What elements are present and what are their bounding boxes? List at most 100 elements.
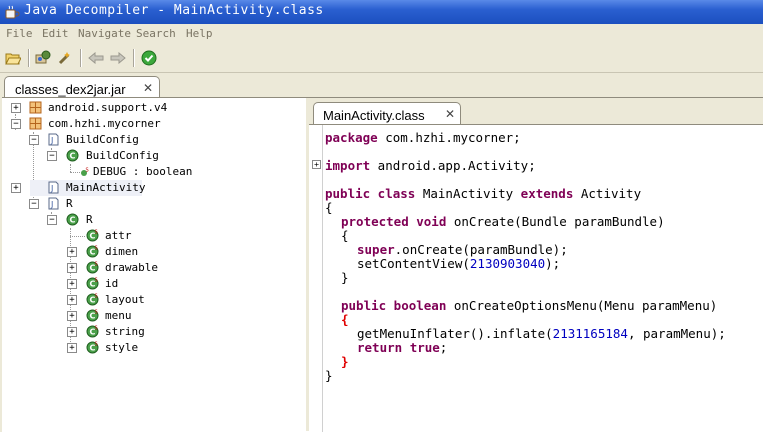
about-button[interactable]: [139, 48, 159, 68]
expand-icon[interactable]: +: [67, 311, 77, 321]
svg-text:S: S: [95, 342, 98, 348]
menu-search[interactable]: Search: [136, 27, 176, 40]
code-line: public class MainActivity extends Activi…: [325, 186, 642, 201]
tree-node-mainactivity[interactable]: + J MainActivity: [11, 180, 145, 196]
source-editor[interactable]: + package com.hzhi.mycorner; import andr…: [309, 124, 763, 432]
expand-icon[interactable]: +: [67, 343, 77, 353]
inner-class-icon: CS: [86, 293, 99, 306]
open-type-icon: [35, 50, 51, 64]
expand-icon[interactable]: +: [67, 263, 77, 273]
open-folder-icon: [5, 53, 21, 65]
code-line: import android.app.Activity;: [325, 158, 536, 173]
package-icon: [29, 117, 42, 130]
package-icon: [29, 101, 42, 114]
collapse-icon[interactable]: −: [11, 119, 21, 129]
code-line: public boolean onCreateOptionsMenu(Menu …: [341, 298, 718, 313]
svg-text:C: C: [70, 216, 76, 225]
open-type-button[interactable]: [33, 48, 53, 68]
tab-mainactivity-class[interactable]: MainActivity.class ✕: [313, 102, 461, 125]
tree-node-id[interactable]: + CS id: [2, 276, 302, 292]
tree-guide: [70, 172, 80, 173]
inner-class-icon: CS: [86, 325, 99, 338]
menu-edit[interactable]: Edit: [42, 27, 69, 40]
code-line: }: [325, 368, 333, 383]
java-file-icon: J: [48, 197, 59, 210]
tree-node-string[interactable]: + CS string: [2, 324, 302, 340]
open-type-hierarchy-button[interactable]: [55, 48, 75, 68]
code-line: package com.hzhi.mycorner;: [325, 130, 521, 145]
static-field-icon: S: [81, 168, 89, 176]
tree-node-menu[interactable]: + CS menu: [2, 308, 302, 324]
expand-icon[interactable]: +: [67, 295, 77, 305]
expand-icon[interactable]: +: [67, 327, 77, 337]
svg-text:J: J: [50, 200, 53, 209]
expand-icon[interactable]: +: [11, 183, 21, 193]
tree-node-debug-field[interactable]: S DEBUG : boolean: [2, 164, 302, 180]
code-line: getMenuInflater().inflate(2131165184, pa…: [357, 326, 726, 341]
collapse-icon[interactable]: −: [47, 151, 57, 161]
tree-node-com-hzhi-mycorner[interactable]: − com.hzhi.mycorner: [2, 116, 302, 132]
tree-node-dimen[interactable]: + CS dimen: [2, 244, 302, 260]
tree-node-layout[interactable]: + CS layout: [2, 292, 302, 308]
code-line: super.onCreate(paramBundle);: [357, 242, 568, 257]
code-line: protected void onCreate(Bundle paramBund…: [341, 214, 665, 229]
inner-class-icon: CS: [86, 277, 99, 290]
class-icon: C: [66, 149, 79, 162]
expand-imports-icon[interactable]: +: [312, 160, 321, 169]
expand-icon[interactable]: +: [67, 279, 77, 289]
tab-label: MainActivity.class: [323, 108, 425, 123]
tab-classes-jar[interactable]: classes_dex2jar.jar ✕: [4, 76, 160, 99]
close-icon[interactable]: ✕: [445, 107, 455, 121]
svg-text:S: S: [95, 230, 98, 236]
tree-node-attr[interactable]: CS attr: [2, 228, 302, 244]
inner-class-icon: CS: [86, 229, 99, 242]
code-line: {: [341, 312, 349, 327]
expand-icon[interactable]: +: [11, 103, 21, 113]
open-file-button[interactable]: [3, 48, 23, 68]
svg-text:S: S: [86, 168, 89, 174]
svg-text:J: J: [50, 184, 53, 193]
editor-gutter: +: [309, 125, 323, 432]
tab-label: classes_dex2jar.jar: [15, 82, 126, 97]
toolbar-separator: [133, 49, 135, 67]
tree-node-buildconfig-file[interactable]: − J BuildConfig: [2, 132, 302, 148]
toolbar: [0, 44, 763, 73]
forward-button[interactable]: [108, 48, 128, 68]
tree-node-buildconfig-class[interactable]: − C BuildConfig: [2, 148, 302, 164]
collapse-icon[interactable]: −: [29, 199, 39, 209]
wand-icon: [58, 52, 70, 65]
code-line: }: [341, 354, 349, 369]
forward-arrow-icon: [110, 52, 126, 64]
tree-node-android-support[interactable]: + android.support.v4: [2, 100, 302, 116]
svg-text:S: S: [95, 294, 98, 300]
svg-text:S: S: [95, 246, 98, 252]
menu-bar: File Edit Navigate Search Help: [0, 24, 763, 44]
svg-text:S: S: [95, 310, 98, 316]
code-line: return true;: [357, 340, 448, 355]
svg-text:C: C: [70, 152, 76, 161]
class-icon: C: [66, 213, 79, 226]
menu-help[interactable]: Help: [186, 27, 213, 40]
file-tab-bar: classes_dex2jar.jar ✕: [0, 73, 763, 99]
collapse-icon[interactable]: −: [29, 135, 39, 145]
tree-guide: [70, 236, 85, 237]
menu-file[interactable]: File: [6, 27, 33, 40]
menu-navigate[interactable]: Navigate: [78, 27, 131, 40]
editor-tab-bar: MainActivity.class ✕: [309, 98, 763, 125]
toolbar-separator: [80, 49, 82, 67]
svg-text:S: S: [95, 278, 98, 284]
collapse-icon[interactable]: −: [47, 215, 57, 225]
check-circle-icon: [141, 50, 157, 66]
back-button[interactable]: [86, 48, 106, 68]
svg-text:J: J: [50, 136, 53, 145]
tree-node-r-file[interactable]: − J R: [2, 196, 302, 212]
window-title: Java Decompiler - MainActivity.class: [24, 3, 324, 18]
java-file-icon: J: [48, 133, 59, 146]
inner-class-icon: CS: [86, 309, 99, 322]
expand-icon[interactable]: +: [67, 247, 77, 257]
tree-node-style[interactable]: + CS style: [2, 340, 302, 356]
code-line: }: [341, 270, 349, 285]
close-icon[interactable]: ✕: [143, 81, 153, 95]
tree-node-drawable[interactable]: + CS drawable: [2, 260, 302, 276]
tree-node-r-class[interactable]: − C R: [2, 212, 302, 228]
